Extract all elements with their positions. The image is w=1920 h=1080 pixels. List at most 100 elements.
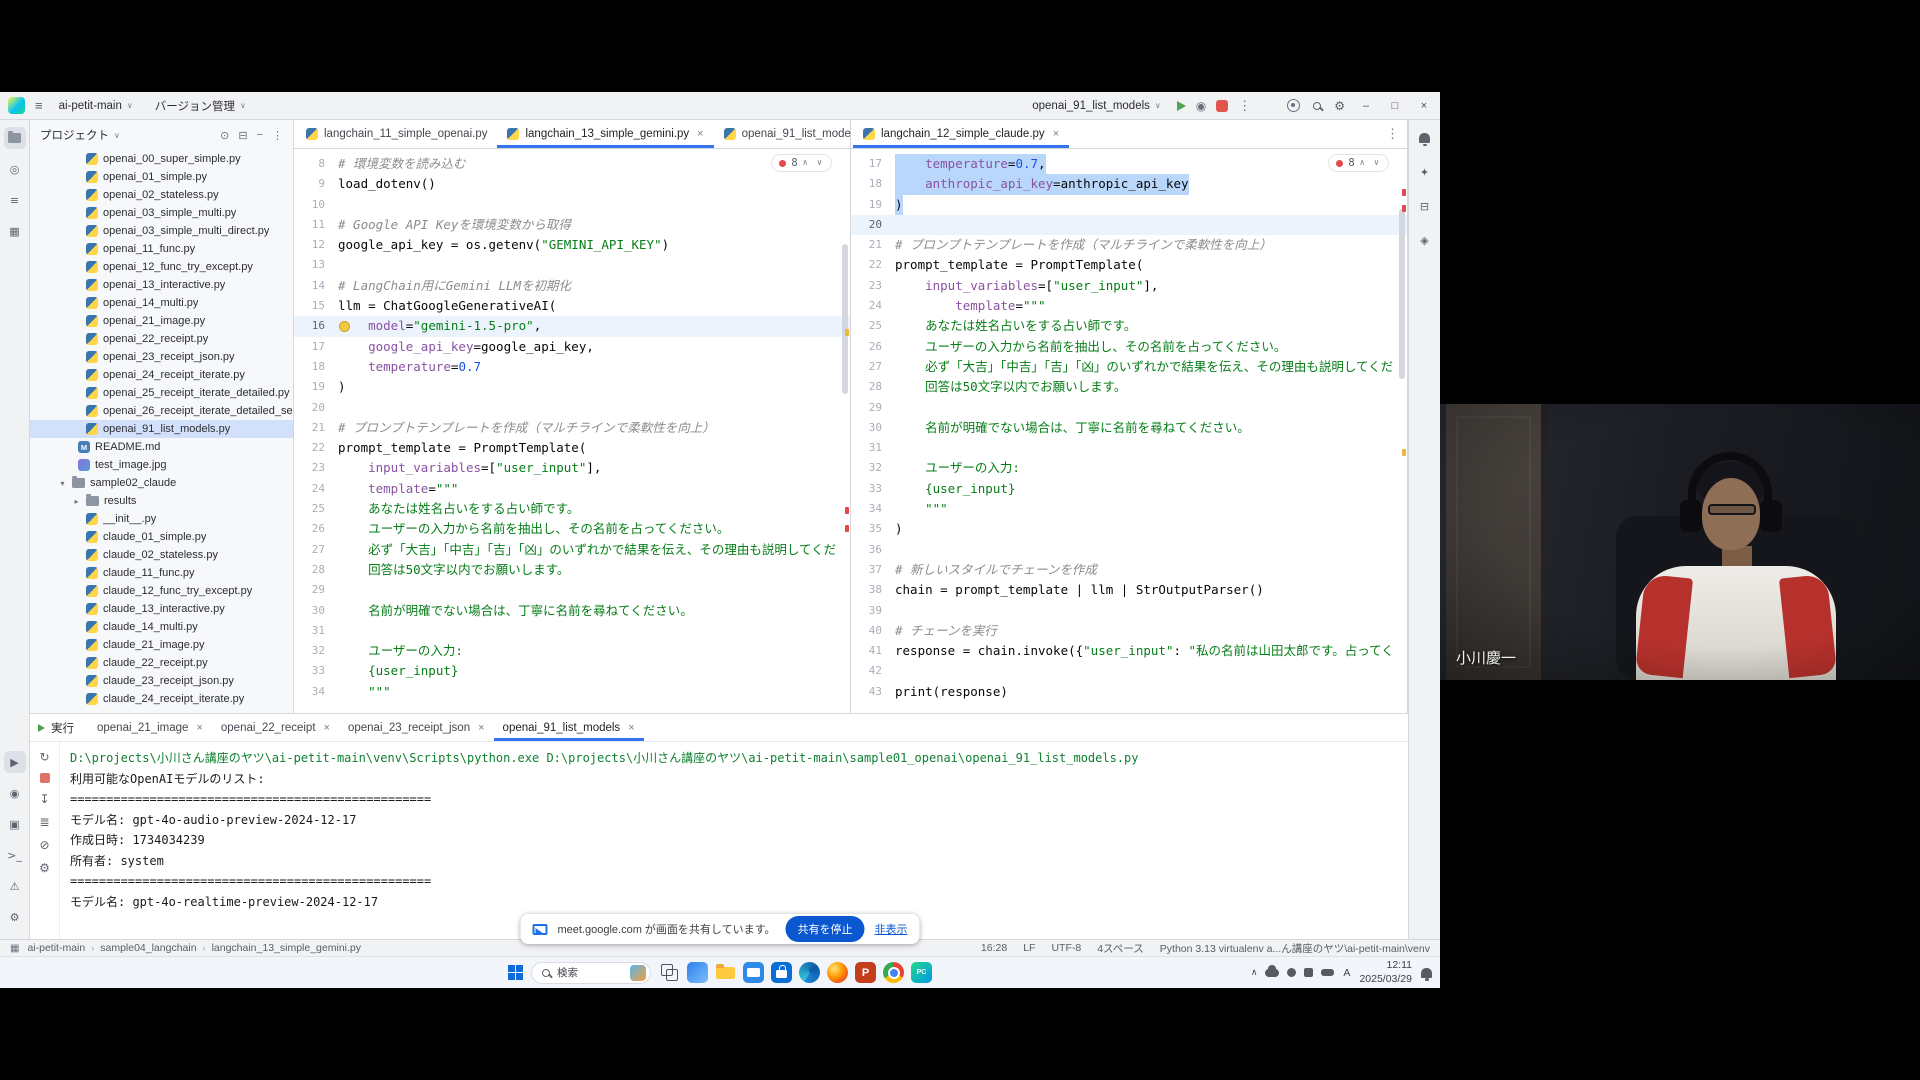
tree-item[interactable]: openai_13_interactive.py	[30, 276, 293, 294]
code-line[interactable]: 17 temperature=0.7,	[851, 154, 1407, 174]
tree-item[interactable]: openai_14_multi.py	[30, 294, 293, 312]
tab-options-icon[interactable]: ⋮	[1386, 126, 1407, 142]
tree-item[interactable]: openai_03_simple_multi.py	[30, 204, 293, 222]
code-line[interactable]: 42	[851, 661, 1407, 681]
code-line[interactable]: 27 必ず「大吉」「中吉」「吉」「凶」のいずれかで結果を伝え、その理由も説明して…	[851, 357, 1407, 377]
debug-icon[interactable]: ◉	[4, 782, 26, 804]
prev-next-error-icons[interactable]: ∧ ∨	[803, 158, 824, 168]
taskbar-clock[interactable]: 12:11 2025/03/29	[1359, 959, 1412, 985]
warning-stripe-mark[interactable]	[845, 329, 849, 336]
code-line[interactable]: 28 回答は50文字以内でお願いします。	[851, 377, 1407, 397]
tab-close-icon[interactable]: ×	[478, 722, 484, 734]
run-tab[interactable]: openai_22_receipt×	[212, 714, 339, 741]
tree-item[interactable]: ▸results	[30, 492, 293, 510]
code-line[interactable]: 18 anthropic_api_key=anthropic_api_key	[851, 174, 1407, 194]
tree-item[interactable]: claude_13_interactive.py	[30, 600, 293, 618]
code-line[interactable]: 11# Google API Keyを環境変数から取得	[294, 215, 850, 235]
more-options-icon[interactable]: ⋮	[272, 129, 283, 142]
code-area-left[interactable]: 8# 環境変数を読み込む9load_dotenv()1011# Google A…	[294, 149, 850, 713]
start-button-icon[interactable]	[508, 965, 523, 980]
tree-item[interactable]: openai_03_simple_multi_direct.py	[30, 222, 293, 240]
tab-close-icon[interactable]: ×	[697, 128, 703, 140]
tree-toggle-icon[interactable]: ▾	[58, 479, 67, 488]
code-line[interactable]: 36	[851, 540, 1407, 560]
code-line[interactable]: 15llm = ChatGoogleGenerativeAI(	[294, 296, 850, 316]
run-tab[interactable]: openai_21_image×	[88, 714, 212, 741]
editor-tab[interactable]: langchain_13_simple_gemini.py×	[497, 120, 713, 148]
tree-item[interactable]: openai_02_stateless.py	[30, 186, 293, 204]
code-line[interactable]: 21# プロンプトテンプレートを作成（マルチラインで柔軟性を向上）	[294, 418, 850, 438]
tree-item[interactable]: claude_24_receipt_iterate.py	[30, 690, 293, 708]
run-window-title[interactable]: 実行	[38, 714, 86, 741]
code-line[interactable]: 20	[851, 215, 1407, 235]
code-line[interactable]: 14# LangChain用にGemini LLMを初期化	[294, 276, 850, 296]
error-stripe-mark[interactable]	[845, 507, 849, 514]
tree-item[interactable]: claude_02_stateless.py	[30, 546, 293, 564]
error-stripe-mark[interactable]	[1402, 205, 1406, 212]
edge-icon[interactable]	[799, 962, 820, 983]
run-tab[interactable]: openai_91_list_models×	[494, 714, 644, 741]
task-view-icon[interactable]	[659, 962, 680, 983]
user-account-icon[interactable]	[1287, 99, 1300, 112]
code-line[interactable]: 27 必ず「大吉」「中吉」「吉」「凶」のいずれかで結果を伝え、その理由も説明して…	[294, 540, 850, 560]
vcs-widget[interactable]: バージョン管理 ∨	[149, 95, 252, 117]
code-line[interactable]: 18 temperature=0.7	[294, 357, 850, 377]
run-tab[interactable]: openai_23_receipt_json×	[339, 714, 494, 741]
status-widget[interactable]: UTF-8	[1051, 942, 1081, 954]
speaker-icon[interactable]	[1321, 969, 1334, 976]
tree-toggle-icon[interactable]: ▸	[72, 497, 81, 506]
database-icon[interactable]: ⊟	[1414, 195, 1436, 217]
code-line[interactable]: 31	[294, 621, 850, 641]
tab-close-icon[interactable]: ×	[196, 722, 202, 734]
plugins-icon[interactable]: ▦	[4, 220, 26, 242]
status-widget[interactable]: 4スペース	[1097, 941, 1144, 956]
tree-item[interactable]: openai_25_receipt_iterate_detailed.py	[30, 384, 293, 402]
chevron-down-icon[interactable]: ∨	[114, 131, 120, 140]
powerpoint-icon[interactable]	[855, 962, 876, 983]
editor-tab[interactable]: langchain_12_simple_claude.py×	[853, 120, 1069, 148]
code-line[interactable]: 26 ユーザーの入力から名前を抽出し、その名前を占ってください。	[294, 519, 850, 539]
code-line[interactable]: 38chain = prompt_template | llm | StrOut…	[851, 580, 1407, 600]
code-line[interactable]: 19)	[294, 377, 850, 397]
prev-next-error-icons[interactable]: ∧ ∨	[1360, 158, 1381, 168]
code-line[interactable]: 22prompt_template = PromptTemplate(	[851, 255, 1407, 275]
tree-item[interactable]: openai_21_image.py	[30, 312, 293, 330]
code-line[interactable]: 17 google_api_key=google_api_key,	[294, 337, 850, 357]
code-line[interactable]: 23 input_variables=["user_input"],	[294, 458, 850, 478]
tree-item[interactable]: openai_24_receipt_iterate.py	[30, 366, 293, 384]
code-line[interactable]: 25 あなたは姓名占いをする占い師です。	[851, 316, 1407, 336]
tree-item[interactable]: ▾sample02_claude	[30, 474, 293, 492]
tree-item[interactable]: test_image.jpg	[30, 456, 293, 474]
code-line[interactable]: 12google_api_key = os.getenv("GEMINI_API…	[294, 235, 850, 255]
intention-bulb-icon[interactable]	[339, 321, 350, 332]
code-line[interactable]: 20	[294, 398, 850, 418]
stop-sharing-button[interactable]: 共有を停止	[786, 916, 865, 942]
network-icon[interactable]	[1287, 968, 1296, 977]
code-line[interactable]: 33 {user_input}	[851, 479, 1407, 499]
code-line[interactable]: 26 ユーザーの入力から名前を抽出し、その名前を占ってください。	[851, 337, 1407, 357]
code-line[interactable]: 19)	[851, 195, 1407, 215]
clear-console-icon[interactable]: ⊘	[39, 838, 49, 852]
tree-item[interactable]: README.md	[30, 438, 293, 456]
breadcrumb-item[interactable]: ai-petit-main	[27, 942, 85, 954]
mail-icon[interactable]	[743, 962, 764, 983]
project-folder-icon[interactable]	[4, 127, 26, 149]
rerun-icon[interactable]: ↻	[39, 750, 49, 764]
more-actions-icon[interactable]: ⋮	[1238, 98, 1251, 114]
chrome-icon[interactable]	[883, 962, 904, 983]
tab-close-icon[interactable]: ×	[1053, 128, 1059, 140]
stop-button[interactable]	[1216, 100, 1228, 112]
hidden-icons-chevron[interactable]: ∧	[1251, 967, 1258, 978]
code-line[interactable]: 31	[851, 438, 1407, 458]
status-widget[interactable]: LF	[1023, 942, 1035, 954]
stop-icon[interactable]	[40, 773, 50, 783]
tree-item[interactable]: openai_00_super_simple.py	[30, 150, 293, 168]
code-area-right[interactable]: 17 temperature=0.7,18 anthropic_api_key=…	[851, 149, 1407, 713]
hide-panel-icon[interactable]: −	[257, 129, 263, 142]
tree-item[interactable]: claude_22_receipt.py	[30, 654, 293, 672]
pycharm-icon[interactable]	[911, 962, 932, 983]
tree-item[interactable]: claude_12_func_try_except.py	[30, 582, 293, 600]
run-button[interactable]	[1177, 101, 1186, 111]
code-line[interactable]: 13	[294, 255, 850, 275]
run-icon[interactable]: ▶	[4, 751, 26, 773]
